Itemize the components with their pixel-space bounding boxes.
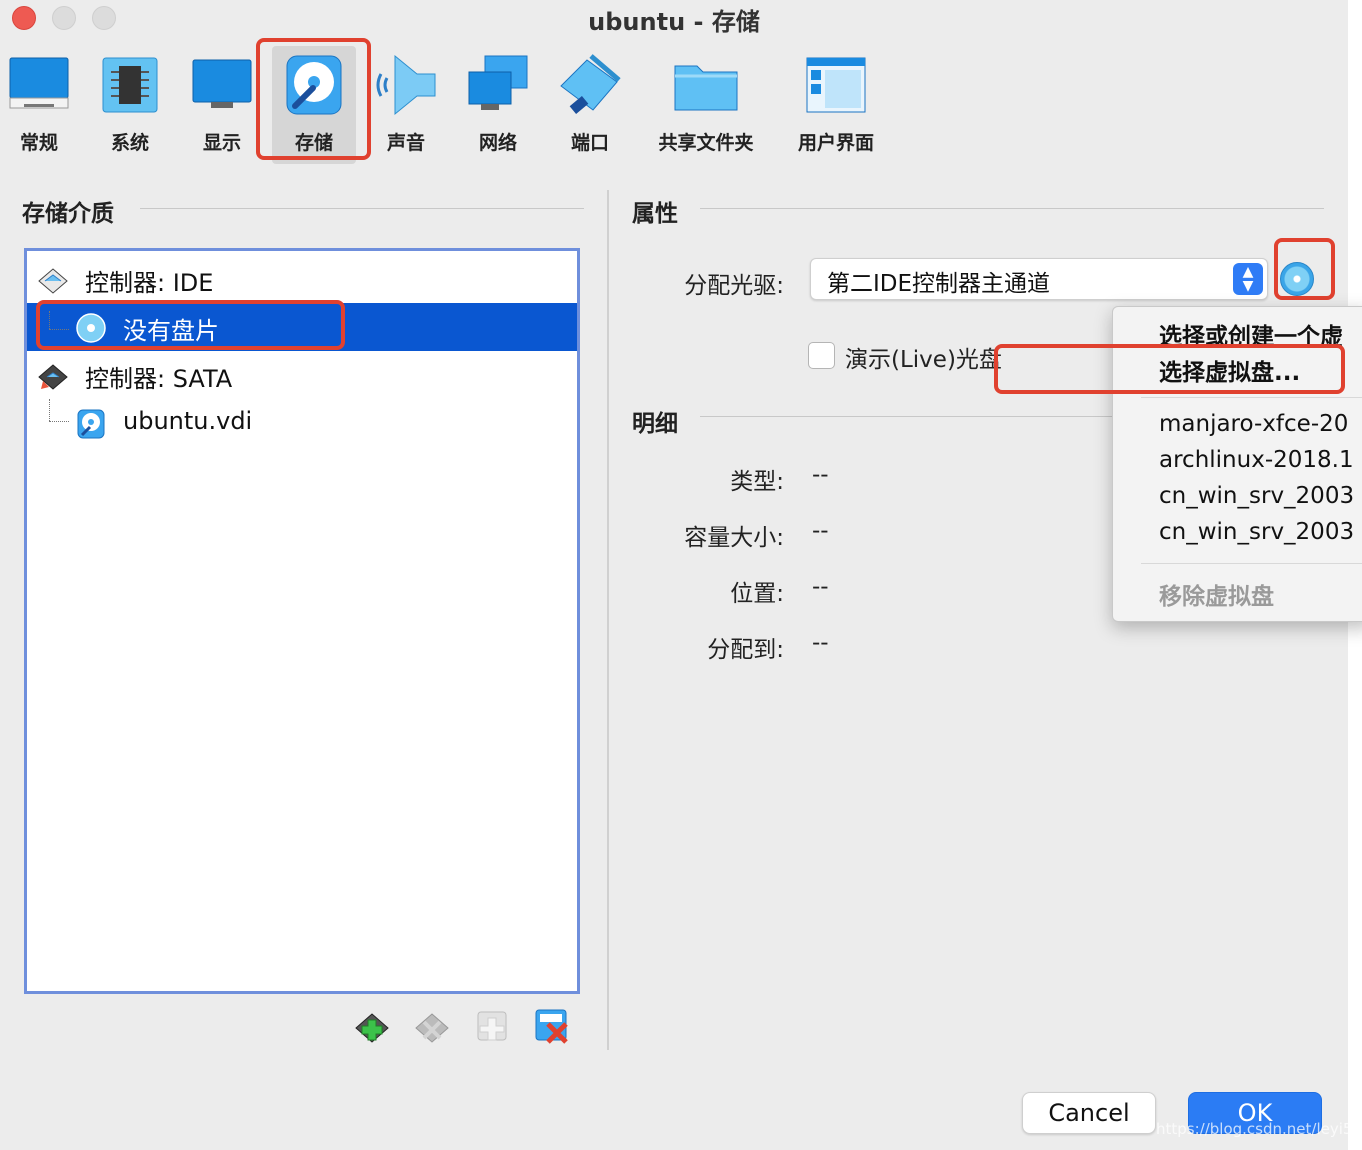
remove-attachment-button[interactable] [534, 1008, 570, 1044]
tree-connector [49, 311, 50, 329]
ui-window-icon [806, 57, 866, 113]
menu-item-recent-disc[interactable]: archlinux-2018.1 [1159, 447, 1354, 473]
toolbar-system[interactable]: 系统 [90, 46, 170, 164]
add-attachment-button[interactable] [474, 1008, 510, 1044]
toolbar-user-interface[interactable]: 用户界面 [784, 46, 888, 164]
section-divider [700, 208, 1324, 209]
tree-item-ubuntu-vdi[interactable]: ubuntu.vdi [27, 399, 577, 447]
detail-attached-value: -- [812, 630, 829, 656]
section-divider [140, 208, 584, 209]
choose-disc-button[interactable] [1280, 262, 1314, 296]
toolbar-label: 存储 [294, 132, 333, 154]
section-divider [700, 416, 1112, 417]
hard-disk-icon [77, 409, 105, 439]
title-bar: ubuntu - 存储 [0, 0, 1348, 44]
toolbar-storage[interactable]: 存储 [272, 46, 356, 164]
toolbar-label: 端口 [570, 132, 609, 154]
window-title: ubuntu - 存储 [588, 8, 760, 36]
add-controller-button[interactable] [354, 1008, 390, 1044]
detail-size-label: 容量大小: [684, 525, 784, 551]
controller-icon [38, 268, 68, 294]
watermark: https://blog.csdn.net/leyi520 [1156, 1120, 1362, 1138]
drive-select[interactable]: 第二IDE控制器主通道 ▲ ▼ [810, 258, 1268, 300]
tree-item-label: 控制器: SATA [85, 365, 233, 393]
toolbar-label: 用户界面 [797, 132, 874, 154]
attributes-section-title: 属性 [632, 201, 678, 227]
pane-divider [607, 190, 609, 1050]
toolbar-general[interactable]: 常规 [0, 46, 78, 164]
remove-controller-button[interactable] [414, 1008, 450, 1044]
drive-label: 分配光驱: [684, 273, 784, 299]
toolbar-label: 共享文件夹 [658, 132, 754, 154]
menu-separator [1141, 563, 1362, 564]
toolbar-display[interactable]: 显示 [182, 46, 262, 164]
detail-location-value: -- [812, 574, 829, 600]
live-cd-checkbox[interactable] [808, 342, 835, 369]
tree-connector [49, 421, 69, 422]
optical-disc-icon [76, 313, 106, 343]
tree-connector [49, 329, 69, 330]
menu-item-choose-disc[interactable]: 选择虚拟盘... [1159, 353, 1300, 387]
tree-item-label: 没有盘片 [123, 317, 219, 345]
menu-item-recent-disc[interactable]: manjaro-xfce-20 [1159, 411, 1348, 437]
speaker-icon [376, 54, 436, 116]
detail-type-value: -- [812, 462, 829, 488]
storage-disk-icon [286, 55, 342, 115]
menu-item-recent-disc[interactable]: cn_win_srv_2003 [1159, 483, 1354, 509]
chevron-updown-icon[interactable]: ▲ ▼ [1233, 263, 1263, 295]
tree-connector [49, 399, 50, 421]
folder-icon [674, 65, 738, 111]
menu-separator [1141, 397, 1362, 398]
toolbar-label: 系统 [110, 132, 149, 154]
toolbar-label: 声音 [386, 132, 425, 154]
detail-location-label: 位置: [730, 581, 784, 607]
toolbar-label: 常规 [19, 132, 58, 154]
storage-section-title: 存储介质 [22, 201, 114, 227]
tree-item-controller-sata[interactable]: 控制器: SATA [27, 351, 577, 399]
display-icon [192, 59, 252, 108]
chip-system-icon [102, 57, 158, 113]
details-section-title: 明细 [632, 411, 678, 437]
controller-icon [38, 364, 68, 390]
tree-item-label: ubuntu.vdi [123, 407, 253, 435]
toolbar-label: 网络 [478, 132, 517, 154]
tree-item-empty-optical[interactable]: 没有盘片 [27, 303, 577, 351]
toolbar-ports[interactable]: 端口 [550, 46, 630, 164]
menu-item-create-disc[interactable]: 选择或创建一个虚 [1159, 317, 1343, 351]
live-cd-label: 演示(Live)光盘 [845, 347, 1002, 373]
menu-item-recent-disc[interactable]: cn_win_srv_2003 [1159, 519, 1354, 545]
tree-item-label: 控制器: IDE [85, 269, 214, 297]
drive-select-value: 第二IDE控制器主通道 [827, 271, 1051, 297]
storage-tree[interactable]: 控制器: IDE 没有盘片 控制器: SATA ubuntu.vdi [24, 248, 580, 994]
toolbar-label: 显示 [202, 132, 241, 154]
detail-attached-label: 分配到: [707, 637, 784, 663]
detail-size-value: -- [812, 518, 829, 544]
toolbar-shared-folders[interactable]: 共享文件夹 [648, 46, 764, 164]
toolbar-audio[interactable]: 声音 [368, 46, 444, 164]
tree-item-controller-ide[interactable]: 控制器: IDE [27, 255, 577, 303]
toolbar-network[interactable]: 网络 [458, 46, 538, 164]
cancel-button[interactable]: Cancel [1022, 1092, 1156, 1134]
disc-popup-menu: 选择或创建一个虚 选择虚拟盘... manjaro-xfce-20 archli… [1112, 306, 1362, 622]
detail-type-label: 类型: [730, 469, 784, 495]
monitor-general-icon [9, 57, 69, 109]
port-icon [560, 54, 621, 114]
menu-item-remove-disc[interactable]: 移除虚拟盘 [1159, 577, 1274, 611]
network-icon [468, 55, 528, 110]
